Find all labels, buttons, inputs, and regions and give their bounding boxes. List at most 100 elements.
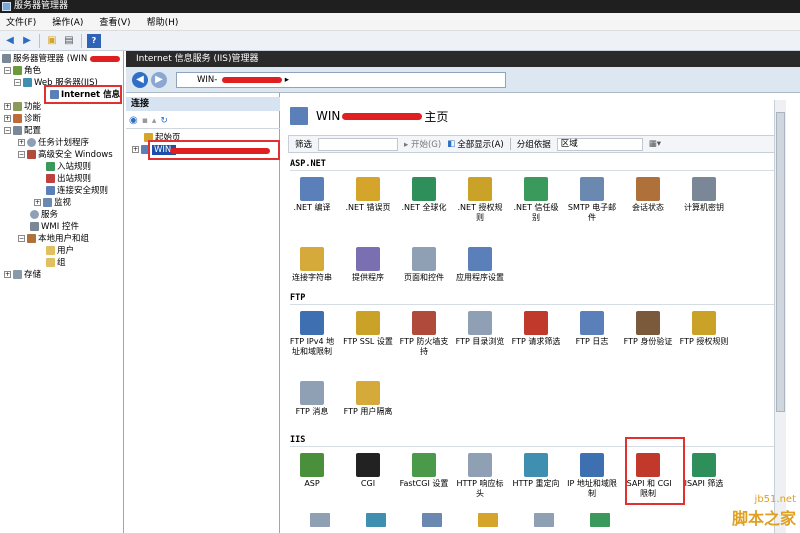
feature-label: SMTP 电子邮件 (567, 203, 617, 222)
feature-net-compile[interactable]: .NET 编译 (286, 177, 338, 213)
feature-ftp-firewall[interactable]: FTP 防火墙支持 (398, 311, 450, 357)
tree-item-wmi-control[interactable]: WMI 控件 (30, 222, 79, 233)
http-header-icon (468, 453, 492, 477)
feature-provider[interactable]: 提供程序 (342, 247, 394, 283)
partial-feature-icon (590, 513, 610, 527)
tree-item-connection-security-rules[interactable]: 连接安全规则 (46, 186, 108, 197)
expand-icon[interactable]: + (34, 199, 41, 206)
collapse-icon[interactable]: − (18, 151, 25, 158)
feature-ftp-auth[interactable]: FTP 身份验证 (622, 311, 674, 347)
expand-icon[interactable]: + (4, 103, 11, 110)
feature-db[interactable]: 连接字符串 (286, 247, 338, 283)
feature-ftp-message[interactable]: FTP 消息 (286, 381, 338, 417)
menu-action[interactable]: 操作(A) (52, 15, 83, 28)
cgi-icon (356, 453, 380, 477)
up-icon[interactable]: ▴ (152, 116, 157, 126)
watermark-site: jb51.net (754, 494, 796, 505)
tree-label: 高级安全 Windows (38, 150, 113, 160)
tree-item-local-users-groups[interactable]: − 本地用户和组 (18, 234, 89, 245)
server-manager-icon (2, 2, 11, 11)
feature-trust[interactable]: .NET 信任级别 (510, 177, 562, 223)
refresh-icon[interactable]: ↻ (160, 116, 168, 126)
connect-icon[interactable]: ◉ (129, 115, 138, 126)
group-by-select[interactable]: 区域 (556, 137, 643, 151)
feature-ftp-ssl[interactable]: FTP SSL 设置 (342, 311, 394, 347)
feature-session[interactable]: 会话状态 (622, 177, 674, 213)
feature-ftp-ip[interactable]: FTP IPv4 地址和域限制 (286, 311, 338, 357)
nav-back-icon[interactable]: ◀ (132, 72, 148, 88)
feature-ftp-authz[interactable]: FTP 授权规则 (678, 311, 730, 347)
feature-ftp-dir[interactable]: FTP 目录浏览 (454, 311, 506, 347)
show-hide-tree-icon[interactable]: ▤ (62, 34, 76, 48)
feature-net-error-page[interactable]: .NET 错误页 (342, 177, 394, 213)
ftp-message-icon (300, 381, 324, 405)
tree-item-diagnostics[interactable]: + 诊断 (4, 114, 41, 125)
tree-item-task-scheduler[interactable]: + 任务计划程序 (18, 138, 89, 149)
feature-label: HTTP 重定向 (512, 479, 560, 488)
partial-feature-icon (366, 513, 386, 527)
feature-fastcgi[interactable]: FastCGI 设置 (398, 453, 450, 489)
show-all-button[interactable]: ◧ 全部显示(A) (447, 138, 503, 150)
feature-mail[interactable]: SMTP 电子邮件 (566, 177, 618, 223)
ftp-firewall-icon (412, 311, 436, 335)
window-titlebar: 服务器管理器 (0, 0, 800, 13)
feature-ip-restrict[interactable]: IP 地址和域限制 (566, 453, 618, 499)
tree-item-inbound-rules[interactable]: 入站规则 (46, 162, 91, 173)
collapse-icon[interactable]: − (18, 235, 25, 242)
menu-help[interactable]: 帮助(H) (147, 15, 179, 28)
expand-icon[interactable]: + (132, 146, 139, 153)
group-header-iis: IIS (290, 435, 306, 445)
menu-file[interactable]: 文件(F) (6, 15, 36, 28)
tree-item-storage[interactable]: + 存储 (4, 270, 41, 281)
tree-item-roles[interactable]: − 角色 (4, 66, 41, 77)
tree-item-outbound-rules[interactable]: 出站规则 (46, 174, 91, 185)
tree-label: 存储 (24, 270, 42, 280)
tree-item-users[interactable]: 用户 (46, 246, 74, 257)
expand-icon[interactable]: + (18, 139, 25, 146)
save-icon[interactable]: ▪ (142, 116, 148, 126)
connection-security-icon (46, 186, 55, 195)
feature-ftp-user[interactable]: FTP 用户隔离 (342, 381, 394, 417)
vertical-scrollbar[interactable] (774, 100, 786, 533)
collapse-icon[interactable]: − (4, 127, 11, 134)
feature-label: IP 地址和域限制 (567, 479, 617, 498)
view-mode-icon[interactable]: ▦▾ (649, 139, 661, 149)
diagnostics-icon (13, 114, 22, 123)
feature-settings[interactable]: 应用程序设置 (454, 247, 506, 283)
ftp-log-icon (580, 311, 604, 335)
menu-view[interactable]: 查看(V) (99, 15, 130, 28)
toolbar-separator (81, 33, 82, 48)
feature-isapi-filter[interactable]: ISAPI 筛选 (678, 453, 730, 489)
group-header-ftp: FTP (290, 293, 306, 303)
start-filter-button[interactable]: ▸ 开始(G) (404, 138, 441, 150)
tree-item-server-manager[interactable]: 服务器管理器 (WIN (2, 54, 87, 65)
back-arrow-icon[interactable]: ◀ (3, 34, 17, 48)
feature-ftp-log[interactable]: FTP 日志 (566, 311, 618, 347)
collapse-icon[interactable]: − (14, 79, 21, 86)
tree-item-firewall[interactable]: − 高级安全 Windows (18, 150, 113, 161)
tree-item-monitoring[interactable]: + 监视 (34, 198, 71, 209)
feature-lock[interactable]: .NET 授权规则 (454, 177, 506, 223)
help-icon[interactable]: ? (87, 33, 101, 48)
feature-ftp-filter[interactable]: FTP 请求筛选 (510, 311, 562, 347)
nav-forward-icon[interactable]: ▶ (151, 72, 167, 88)
tree-item-services[interactable]: 服务 (30, 210, 58, 221)
feature-http-header[interactable]: HTTP 响应标头 (454, 453, 506, 499)
tree-item-features[interactable]: + 功能 (4, 102, 41, 113)
feature-machine-key[interactable]: 计算机密钥 (678, 177, 730, 213)
address-bar[interactable]: WIN- ▸ (176, 72, 506, 88)
feature-cgi[interactable]: CGI (342, 453, 394, 489)
feature-globe[interactable]: .NET 全球化 (398, 177, 450, 213)
collapse-icon[interactable]: − (4, 67, 11, 74)
feature-redirect[interactable]: HTTP 重定向 (510, 453, 562, 489)
feature-page[interactable]: 页面和控件 (398, 247, 450, 283)
forward-arrow-icon[interactable]: ▶ (20, 34, 34, 48)
tree-item-groups[interactable]: 组 (46, 258, 66, 269)
expand-icon[interactable]: + (4, 115, 11, 122)
feature-asp[interactable]: ASP (286, 453, 338, 489)
tree-item-configuration[interactable]: − 配置 (4, 126, 41, 137)
expand-icon[interactable]: + (4, 271, 11, 278)
up-folder-icon[interactable]: ▣ (45, 34, 59, 48)
scrollbar-thumb[interactable] (776, 112, 785, 412)
filter-input[interactable] (318, 137, 399, 151)
